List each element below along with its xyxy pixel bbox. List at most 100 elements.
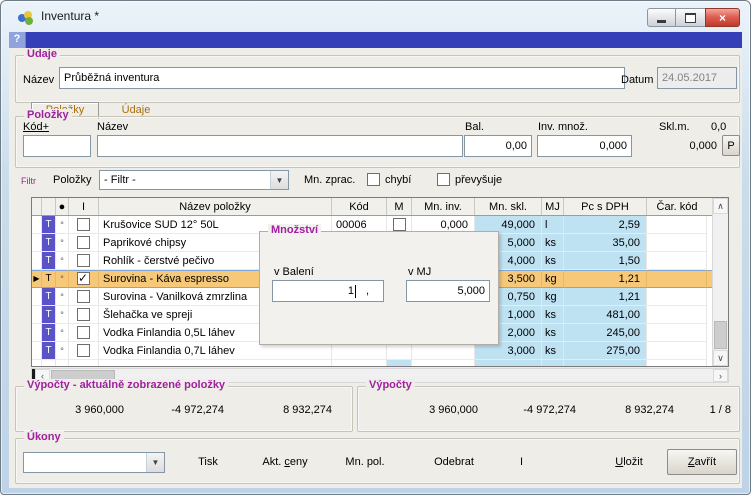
empty-cell [647,360,707,366]
prevysuje-checkbox[interactable] [437,173,450,186]
bal-label: Bal. [465,121,484,133]
nazev-input[interactable]: Průběžná inventura [59,67,625,89]
pc-cell: 275,00 [564,342,647,360]
header-type [42,198,56,215]
total-diff: -4 972,274 [478,404,576,416]
zavrit-button[interactable]: Zavřít [667,449,737,475]
header-marker [32,198,42,215]
row-checkbox[interactable] [77,290,90,303]
mnozstvi-popup-label: Množství [268,224,321,236]
row-marker [32,216,42,234]
total-qty: 3 960,000 [388,404,478,416]
car-kod-cell [647,216,707,234]
p-button[interactable]: P [722,135,740,156]
close-icon: × [719,11,726,25]
flag-cell: ° [56,324,69,342]
row-checkbox[interactable] [77,344,90,357]
header-name[interactable]: Název položky [99,198,332,215]
mj-cell: l [542,216,564,234]
header-kod[interactable]: Kód [332,198,387,215]
header-mn-skl[interactable]: Mn. skl. [475,198,542,215]
i-cell [69,324,99,342]
i-cell [69,252,99,270]
filter-dropdown[interactable]: - Filtr - ▼ [99,170,289,190]
close-button[interactable]: × [705,8,740,27]
i-cell [69,216,99,234]
vypocty-filtered-group: Výpočty - aktuálně zobrazené položky 3 9… [15,386,353,432]
help-button[interactable]: ? [9,32,26,48]
m-checkbox[interactable] [393,218,406,231]
header-car-kod[interactable]: Čar. kód [647,198,707,215]
row-checkbox[interactable] [77,326,90,339]
type-cell: T [42,252,56,270]
table-header: ● I Název položky Kód M Mn. inv. Mn. skl… [32,198,712,216]
tisk-button[interactable]: Tisk [185,455,231,469]
odebrat-button[interactable]: Odebrat [421,455,487,469]
pc-cell: 245,00 [564,324,647,342]
chevron-down-icon[interactable]: ▼ [270,171,288,189]
minimize-button[interactable] [647,8,676,27]
i-button[interactable]: I [514,455,528,469]
maximize-icon [685,13,696,23]
app-icon [18,11,36,25]
scroll-up-icon[interactable]: ∧ [713,198,728,214]
nazev-label: Název [23,74,54,86]
mn-pol-button[interactable]: Mn. pol. [334,455,396,469]
v-baleni-decimal: , [366,285,369,297]
row-marker [32,306,42,324]
chybi-checkbox[interactable] [367,173,380,186]
car-kod-cell [647,306,707,324]
car-kod-cell [647,252,707,270]
header-mj[interactable]: MJ [542,198,564,215]
empty-cell [99,360,332,366]
v-mj-input[interactable]: 5,000 [406,280,490,302]
bal-input[interactable]: 0,00 [464,135,532,157]
row-marker [32,342,42,360]
kod-input[interactable] [23,135,91,157]
row-checkbox[interactable] [77,218,90,231]
ukony-group-label: Úkony [24,431,64,443]
mnozstvi-popup: Množství v Balení v MJ 1 , 5,000 [259,231,499,345]
i-cell [69,288,99,306]
row-checkbox[interactable] [77,272,90,285]
total-sum: 8 932,274 [224,404,332,416]
empty-cell [32,360,42,366]
scroll-down-icon[interactable]: ∨ [713,350,728,366]
tab-udaje[interactable]: Údaje [113,104,159,116]
empty-cell [412,360,475,366]
mj-cell: ks [542,252,564,270]
page-indicator: 1 / 8 [674,404,731,416]
v-baleni-input[interactable]: 1 , [272,280,384,302]
type-cell: T [42,288,56,306]
vertical-scrollbar[interactable]: ∧ ∨ [712,198,728,366]
header-pc[interactable]: Pc s DPH [564,198,647,215]
total-sum: 8 932,274 [576,404,674,416]
i-cell [69,342,99,360]
ulozit-button[interactable]: Uložit [601,455,657,469]
empty-cell [542,360,564,366]
nazev-value: Průběžná inventura [64,72,159,84]
polozky-nazev-input[interactable] [97,135,463,157]
header-i[interactable]: I [69,198,99,215]
header-m[interactable]: M [387,198,412,215]
header-mn-inv[interactable]: Mn. inv. [412,198,475,215]
car-kod-cell [647,324,707,342]
akt-ceny-button[interactable]: Akt. ceny [249,455,321,469]
datum-value: 24.05.2017 [662,72,717,84]
chevron-down-icon[interactable]: ▼ [146,453,164,472]
text-caret [355,285,356,298]
mj-cell: kg [542,270,564,288]
mj-cell: ks [542,324,564,342]
empty-cell [56,360,69,366]
row-marker [32,234,42,252]
maximize-button[interactable] [676,8,705,27]
row-checkbox[interactable] [77,236,90,249]
ukony-dropdown[interactable]: ▼ [23,452,165,473]
row-checkbox[interactable] [77,254,90,267]
vertical-scroll-thumb[interactable] [714,321,727,349]
filter-dropdown-value: - Filtr - [100,174,270,186]
scroll-right-icon[interactable]: › [713,369,728,382]
bal-value: 0,00 [506,140,527,152]
row-checkbox[interactable] [77,308,90,321]
pc-cell: 35,00 [564,234,647,252]
